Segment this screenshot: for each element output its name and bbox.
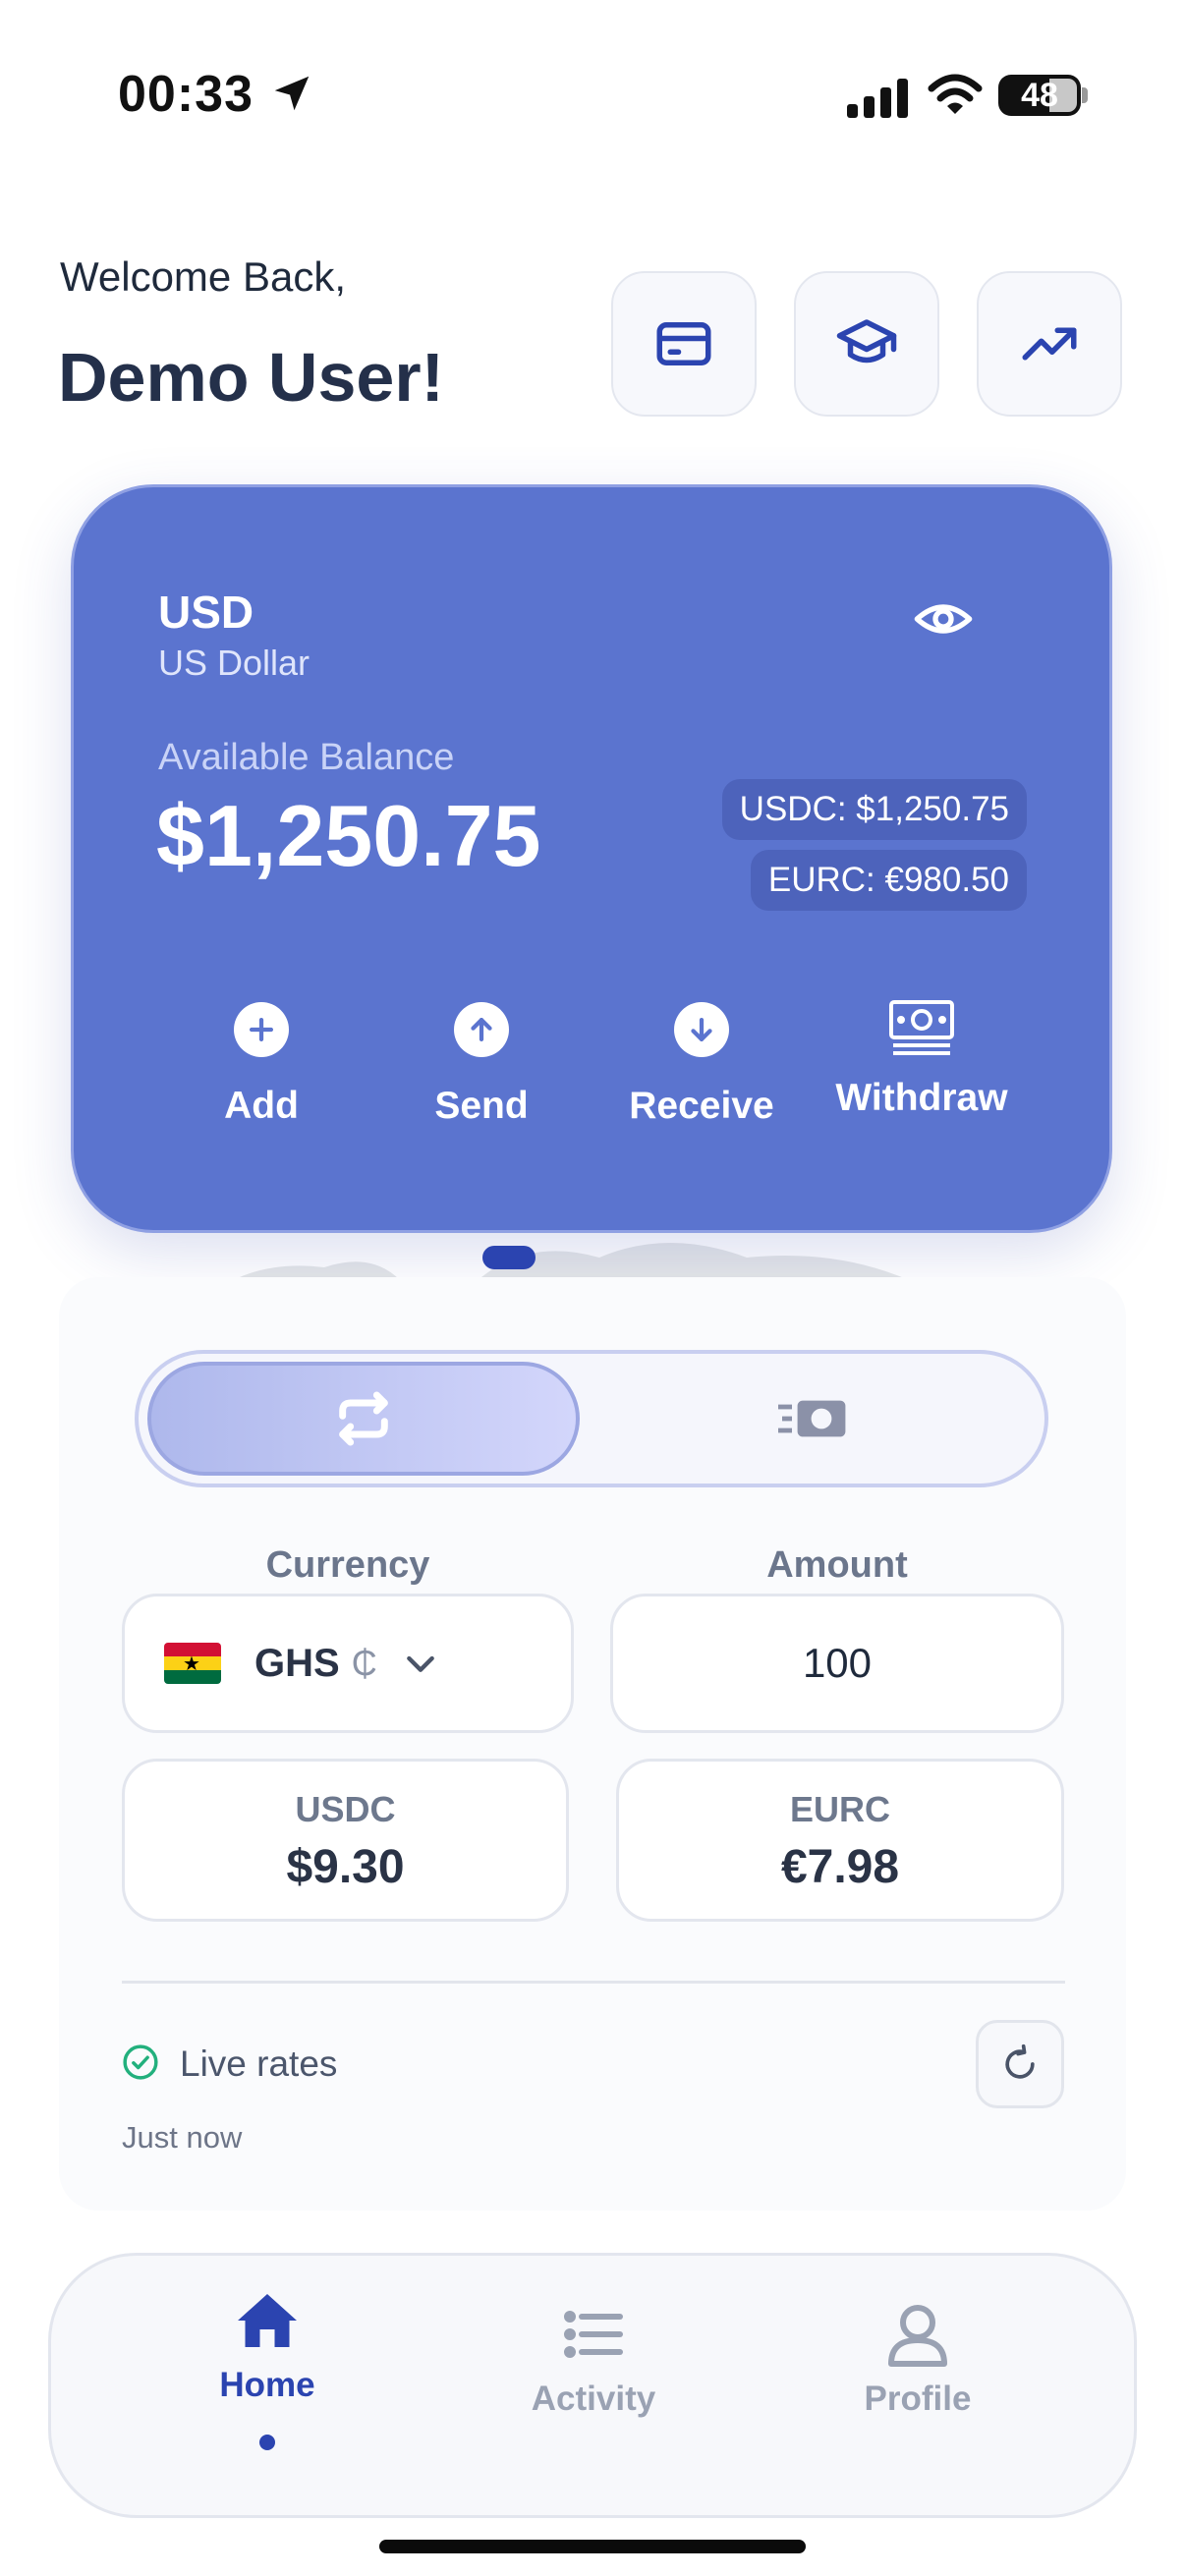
card-currency-name: US Dollar [158,643,310,683]
last-updated: Just now [122,2120,243,2155]
swap-icon [339,1391,388,1446]
plus-icon [234,1002,289,1057]
card-currency-code: USD [158,587,254,638]
withdraw-label: Withdraw [835,1077,1008,1119]
cash-icon [889,1000,954,1055]
receive-label: Receive [629,1085,774,1127]
usdc-result-value: $9.30 [286,1841,405,1893]
currency-symbol: ₵ [351,1643,377,1683]
graduation-cap-icon [836,319,897,364]
balance-label: Available Balance [158,737,455,778]
nav-activity-label: Activity [531,2380,656,2418]
usdc-result-label: USDC [295,1789,396,1829]
page-indicator [482,1246,536,1269]
battery-tip [1082,87,1088,103]
welcome-text: Welcome Back, [60,253,346,300]
nav-home-label: Home [219,2366,315,2404]
usdc-result-card: USDC $9.30 [122,1759,569,1922]
home-icon [238,2294,297,2347]
send-label: Send [434,1085,529,1127]
home-indicator [379,2540,806,2553]
fast-cash-icon[interactable] [776,1385,847,1452]
withdraw-button[interactable]: Withdraw [823,998,1020,1120]
battery-icon: 48 [998,75,1081,116]
amount-label: Amount [766,1544,908,1586]
active-nav-dot [259,2435,275,2450]
currency-label: Currency [265,1544,430,1586]
eurc-result-card: EURC €7.98 [616,1759,1064,1922]
wifi-icon [928,74,983,114]
arrow-down-icon [674,1002,729,1057]
add-label: Add [224,1085,299,1127]
signal-icon [847,79,908,118]
cards-button[interactable] [611,271,757,417]
card-icon [656,322,711,365]
send-button[interactable]: Send [383,1002,580,1128]
location-arrow-icon [274,76,310,111]
refresh-button[interactable] [976,2020,1064,2108]
balance-amount: $1,250.75 [156,787,541,884]
selected-currency: GHS [254,1641,340,1685]
divider [122,1981,1065,1984]
markets-button[interactable] [977,271,1122,417]
add-button[interactable]: Add [163,1002,360,1128]
status-time: 00:33 [118,66,254,123]
list-icon [564,2311,623,2358]
eurc-result-value: €7.98 [780,1841,900,1893]
battery-level: 48 [1021,77,1058,114]
usdc-balance-chip: USDC: $1,250.75 [721,779,1027,840]
chevron-down-icon [406,1655,434,1672]
eurc-balance-chip: EURC: €980.50 [750,850,1027,911]
amount-input[interactable]: 100 [610,1594,1064,1733]
live-rates-label: Live rates [180,2044,338,2084]
currency-select[interactable]: ★ GHS ₵ [122,1594,574,1733]
eurc-result-label: EURC [789,1789,890,1829]
trending-up-icon [1022,327,1077,361]
eye-icon[interactable] [912,588,975,650]
nav-profile-label: Profile [864,2380,972,2418]
tab-convert[interactable] [147,1362,580,1476]
ghana-flag: ★ [164,1643,221,1684]
arrow-up-icon [454,1002,509,1057]
user-icon [888,2305,947,2367]
refresh-icon [1005,2044,1035,2079]
check-circle-icon [123,2044,158,2080]
nav-home[interactable]: Home [149,2285,385,2405]
user-name: Demo User! [58,339,444,416]
learn-button[interactable] [794,271,939,417]
receive-button[interactable]: Receive [603,1002,800,1128]
nav-profile[interactable]: Profile [800,2299,1036,2419]
nav-activity[interactable]: Activity [476,2299,711,2419]
